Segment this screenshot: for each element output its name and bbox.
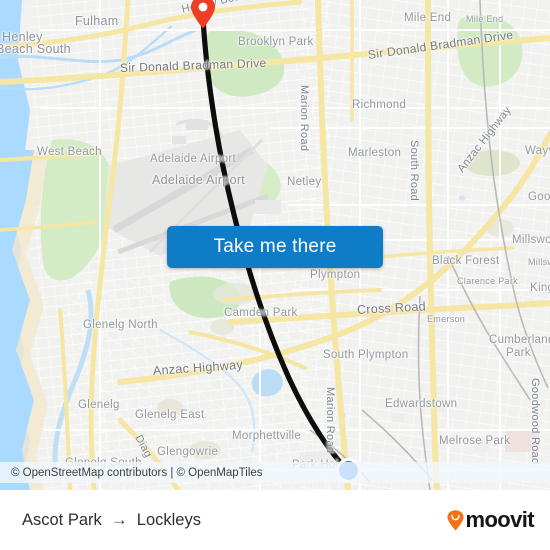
arrow-right-icon: → [110,509,128,529]
moovit-wordmark: moovit [465,507,534,532]
take-me-there-button[interactable]: Take me there [167,226,383,268]
moovit-pin-icon [447,509,465,531]
footer-bar: Ascot Park → Lockleys moovit [0,490,550,550]
moovit-logo[interactable]: moovit [447,490,535,550]
map-attribution-bar: © OpenStreetMap contributors | © OpenMap… [0,462,550,483]
route-destination-label: Lockleys [136,510,201,529]
route-origin-label: Ascot Park [22,510,102,529]
origin-marker-icon[interactable] [190,0,216,29]
moovit-trip-map-screen: Fulham Henley Beach South Brooklyn Park … [0,0,550,550]
map-canvas[interactable]: Fulham Henley Beach South Brooklyn Park … [0,0,550,490]
route-summary: Ascot Park → Lockleys [22,490,201,550]
attribution-text[interactable]: © OpenStreetMap contributors | © OpenMap… [11,467,263,479]
